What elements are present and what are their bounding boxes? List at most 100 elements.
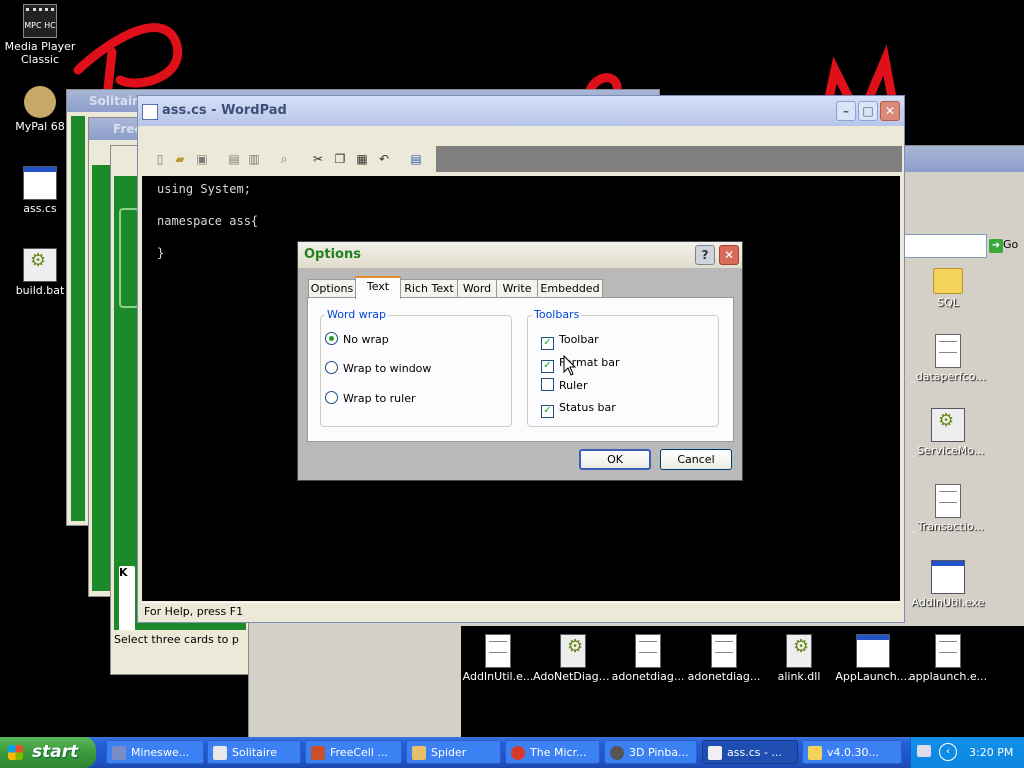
tab-rich-text[interactable]: Rich Text bbox=[400, 279, 458, 297]
help-icon: ? bbox=[701, 248, 709, 262]
print-icon[interactable]: ▤ bbox=[226, 151, 242, 167]
ok-button[interactable]: OK bbox=[579, 449, 651, 470]
tab-options[interactable]: Options bbox=[308, 279, 356, 297]
radio-wrap-to-window[interactable]: Wrap to window bbox=[325, 361, 431, 377]
file-item-addinutil-exe[interactable]: AddInUtil.exe bbox=[908, 560, 988, 609]
pinball-icon bbox=[610, 746, 624, 760]
wordpad-toolbar: ▯ ▰ ▣ ▤ ▥ ⌕ ✂ ❐ ▦ ↶ ▤ bbox=[146, 146, 436, 172]
checkbox-format-bar[interactable]: ✓ Format bar bbox=[541, 355, 620, 373]
minesweeper-icon bbox=[112, 746, 126, 760]
file-item-applaunch-config[interactable]: applaunch.e... bbox=[908, 634, 988, 683]
word-wrap-group: Word wrap No wrap Wrap to window Wrap to… bbox=[320, 308, 512, 427]
freecell-felt bbox=[92, 165, 112, 591]
hearts-icon bbox=[511, 746, 525, 760]
close-button[interactable]: ✕ bbox=[880, 101, 900, 121]
file-item-dataperfco[interactable]: _dataperfco... bbox=[908, 334, 988, 383]
options-dialog[interactable]: Options ? ✕ Options Text Rich Text Word … bbox=[297, 241, 743, 481]
text-file-icon bbox=[935, 484, 961, 518]
radio-no-wrap[interactable]: No wrap bbox=[325, 332, 389, 348]
task-3d-pinball[interactable]: 3D Pinba... bbox=[604, 740, 697, 764]
file-item-servicemo[interactable]: _ServiceMo... bbox=[908, 408, 988, 457]
card-slot bbox=[119, 208, 139, 308]
task-freecell[interactable]: FreeCell ... bbox=[305, 740, 402, 764]
start-button[interactable]: start bbox=[0, 737, 96, 768]
file-item-alink-dll[interactable]: alink.dll bbox=[759, 634, 839, 683]
checkbox-ruler[interactable]: Ruler bbox=[541, 378, 587, 394]
checkbox-empty-icon[interactable] bbox=[541, 378, 554, 391]
playing-card[interactable]: K bbox=[119, 566, 135, 634]
mouse-cursor-icon bbox=[563, 355, 577, 376]
file-icon bbox=[711, 634, 737, 668]
clock[interactable]: 3:20 PM bbox=[969, 737, 1013, 768]
word-wrap-legend: Word wrap bbox=[325, 308, 389, 321]
tab-embedded[interactable]: Embedded bbox=[537, 279, 603, 297]
task-the-microsoft[interactable]: The Micr... bbox=[505, 740, 600, 764]
maximize-icon: □ bbox=[862, 104, 874, 118]
file-item-adonetdiag-dll[interactable]: AdoNetDiag.dll bbox=[533, 634, 613, 683]
spider-status-bar: Select three cards to p bbox=[114, 630, 246, 650]
file-item-addinutil-config[interactable]: AddInUtil.e... bbox=[458, 634, 538, 683]
radio-icon[interactable] bbox=[325, 391, 338, 404]
toolbars-legend: Toolbars bbox=[532, 308, 582, 321]
new-document-icon[interactable]: ▯ bbox=[152, 151, 168, 167]
config-file-icon bbox=[931, 408, 965, 442]
checkmark-icon[interactable]: ✓ bbox=[541, 360, 554, 373]
file-icon bbox=[485, 634, 511, 668]
file-item-transactio[interactable]: _Transactio... bbox=[908, 484, 988, 533]
file-item-applaunch-exe[interactable]: AppLaunch.... bbox=[833, 634, 913, 683]
find-icon[interactable]: ⌕ bbox=[276, 151, 292, 167]
radio-wrap-to-ruler[interactable]: Wrap to ruler bbox=[325, 391, 416, 407]
solitaire-icon bbox=[213, 746, 227, 760]
open-folder-icon[interactable]: ▰ bbox=[172, 151, 188, 167]
tab-write[interactable]: Write bbox=[496, 279, 538, 297]
cut-icon[interactable]: ✂ bbox=[310, 151, 326, 167]
tab-text[interactable]: Text bbox=[355, 276, 401, 299]
radio-icon[interactable] bbox=[325, 361, 338, 374]
freecell-icon bbox=[311, 746, 325, 760]
options-titlebar[interactable]: Options ? ✕ bbox=[298, 242, 742, 268]
help-button[interactable]: ? bbox=[695, 245, 715, 265]
paste-icon[interactable]: ▦ bbox=[354, 151, 370, 167]
task-folder[interactable]: v4.0.30... bbox=[802, 740, 902, 764]
desktop-icon-media-player[interactable]: Media Player Classic bbox=[0, 4, 80, 66]
maximize-button[interactable]: □ bbox=[858, 101, 878, 121]
code-line-3: } bbox=[157, 246, 165, 260]
mypal-browser-icon bbox=[24, 86, 56, 118]
keyboard-icon[interactable] bbox=[917, 745, 931, 757]
file-item-adonetdiag-2[interactable]: adonetdiag... bbox=[684, 634, 764, 683]
wordpad-titlebar[interactable]: ass.cs - WordPad – □ ✕ bbox=[138, 96, 904, 126]
minimize-button[interactable]: – bbox=[836, 101, 856, 121]
tray-expand-icon[interactable]: ‹ bbox=[939, 743, 957, 761]
toolbar-empty-band bbox=[436, 146, 902, 172]
options-title: Options bbox=[304, 247, 361, 262]
spider-icon bbox=[412, 746, 426, 760]
file-icon bbox=[935, 634, 961, 668]
checkmark-icon[interactable]: ✓ bbox=[541, 405, 554, 418]
go-arrow-icon: ➜ bbox=[989, 239, 1003, 253]
checkbox-status-bar[interactable]: ✓ Status bar bbox=[541, 400, 616, 418]
cs-file-icon bbox=[23, 166, 57, 200]
code-line-2: namespace ass{ bbox=[157, 214, 259, 228]
windows-flag-icon bbox=[8, 745, 23, 760]
tab-word[interactable]: Word bbox=[457, 279, 497, 297]
task-wordpad[interactable]: ass.cs - ... bbox=[702, 740, 798, 764]
close-icon: ✕ bbox=[723, 248, 735, 262]
undo-icon[interactable]: ↶ bbox=[376, 151, 392, 167]
file-item-sql[interactable]: SQL bbox=[908, 262, 988, 309]
save-icon[interactable]: ▣ bbox=[194, 151, 210, 167]
checkbox-toolbar[interactable]: ✓ Toolbar bbox=[541, 332, 599, 350]
go-button[interactable]: ➜ Go bbox=[989, 236, 1019, 254]
print-preview-icon[interactable]: ▥ bbox=[246, 151, 262, 167]
insert-datetime-icon[interactable]: ▤ bbox=[408, 151, 424, 167]
file-item-adonetdiag-1[interactable]: adonetdiag... bbox=[608, 634, 688, 683]
media-player-icon bbox=[23, 4, 57, 38]
dialog-close-button[interactable]: ✕ bbox=[719, 245, 739, 265]
task-spider[interactable]: Spider bbox=[406, 740, 501, 764]
checkmark-icon[interactable]: ✓ bbox=[541, 337, 554, 350]
radio-selected-icon[interactable] bbox=[325, 332, 338, 345]
task-minesweeper[interactable]: Mineswe... bbox=[106, 740, 204, 764]
copy-icon[interactable]: ❐ bbox=[332, 151, 348, 167]
cancel-button[interactable]: Cancel bbox=[660, 449, 732, 470]
task-solitaire[interactable]: Solitaire bbox=[207, 740, 301, 764]
text-tab-panel: Word wrap No wrap Wrap to window Wrap to… bbox=[307, 297, 734, 442]
